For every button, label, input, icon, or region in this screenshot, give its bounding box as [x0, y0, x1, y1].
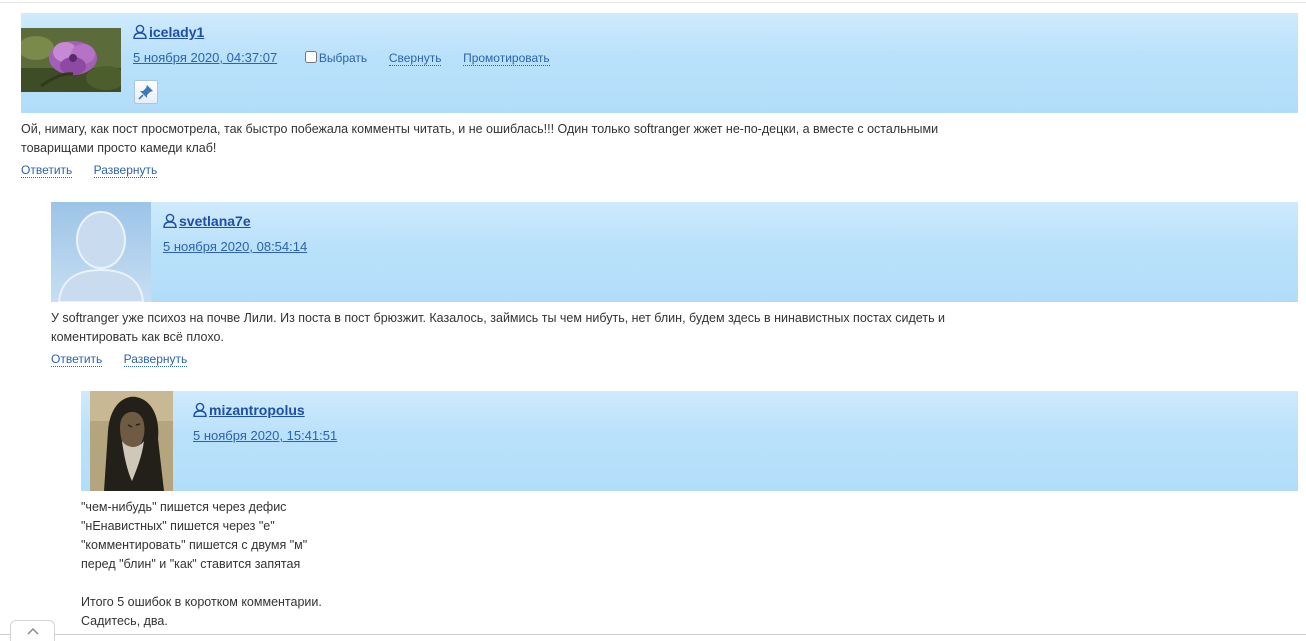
comment-text: Ой, нимагу, как пост просмотрела, так бы… — [21, 113, 1298, 158]
username-row: mizantropolus — [193, 399, 337, 421]
avatar[interactable] — [21, 28, 121, 92]
user-icon — [193, 402, 207, 417]
comment-text-line: "чем-нибудь" пишется через дефис — [81, 500, 287, 514]
username-row: icelady1 — [133, 21, 550, 43]
date-link[interactable]: 5 ноября 2020, 04:37:07 — [133, 50, 277, 65]
comment-svetlana7e: svetlana7e 5 ноября 2020, 08:54:14 У sof… — [51, 202, 1298, 367]
reply-link[interactable]: Ответить — [21, 163, 73, 178]
scroll-top-button[interactable] — [10, 620, 55, 641]
comment-text-line: коментировать как всё плохо. — [51, 330, 224, 344]
comment-header: svetlana7e 5 ноября 2020, 08:54:14 — [51, 202, 1298, 302]
bottom-divider — [0, 634, 1306, 635]
top-divider — [0, 2, 1306, 3]
comment-text-line: Ой, нимагу, как пост просмотрела, так бы… — [21, 122, 939, 136]
comment-actions: Ответить Развернуть — [51, 352, 1298, 367]
username-link[interactable]: icelady1 — [149, 24, 204, 40]
expand-link[interactable]: Развернуть — [123, 352, 188, 367]
collapse-link[interactable]: Свернуть — [388, 51, 442, 66]
comment-text: "чем-нибудь" пишется через дефис "нЕнави… — [81, 491, 1298, 631]
select-label-text: Выбрать — [318, 51, 368, 65]
user-icon — [163, 213, 177, 228]
avatar[interactable] — [90, 391, 173, 491]
comment-meta: icelady1 5 ноября 2020, 04:37:07 Выбрать… — [133, 21, 550, 68]
promote-link[interactable]: Промотировать — [463, 51, 550, 66]
select-checkbox[interactable] — [304, 51, 317, 63]
comment-meta: svetlana7e 5 ноября 2020, 08:54:14 — [163, 210, 307, 257]
comment-header: icelady1 5 ноября 2020, 04:37:07 Выбрать… — [21, 13, 1298, 113]
comment-text-line: Садитесь, два. — [81, 614, 168, 628]
comment-actions: Ответить Развернуть — [21, 163, 1298, 178]
avatar[interactable] — [51, 202, 151, 302]
comment-text-line: Итого 5 ошибок в коротком комментарии. — [81, 595, 322, 609]
date-row: 5 ноября 2020, 04:37:07 Выбрать Свернуть… — [133, 48, 550, 68]
pin-button[interactable] — [134, 80, 158, 104]
comment-mizantropolus: mizantropolus 5 ноября 2020, 15:41:51 "ч… — [81, 391, 1298, 631]
comment-text-line: товарищами просто камеди клаб! — [21, 141, 217, 155]
username-link[interactable]: mizantropolus — [209, 402, 305, 418]
date-row: 5 ноября 2020, 08:54:14 — [163, 237, 307, 257]
username-row: svetlana7e — [163, 210, 307, 232]
comment-icelady1: icelady1 5 ноября 2020, 04:37:07 Выбрать… — [21, 13, 1298, 178]
expand-link[interactable]: Развернуть — [93, 163, 158, 178]
comment-text: У softranger уже психоз на почве Лили. И… — [51, 302, 1298, 347]
select-checkbox-label[interactable]: Выбрать — [304, 51, 368, 65]
comment-text-line: У softranger уже психоз на почве Лили. И… — [51, 311, 946, 325]
reply-link[interactable]: Ответить — [51, 352, 103, 367]
username-link[interactable]: svetlana7e — [179, 213, 251, 229]
chevron-up-icon — [26, 627, 39, 635]
comment-text-line: "нЕнавистных" пишется через "е" — [81, 519, 275, 533]
date-row: 5 ноября 2020, 15:41:51 — [193, 426, 337, 446]
comment-header: mizantropolus 5 ноября 2020, 15:41:51 — [81, 391, 1298, 491]
comment-text-line: перед "блин" и "как" ставится запятая — [81, 557, 301, 571]
date-link[interactable]: 5 ноября 2020, 08:54:14 — [163, 239, 307, 254]
comment-text-line: "комментировать" пишется с двумя "м" — [81, 538, 308, 552]
user-icon — [133, 24, 147, 39]
comment-text-line — [81, 574, 1298, 593]
date-link[interactable]: 5 ноября 2020, 15:41:51 — [193, 428, 337, 443]
pin-icon — [138, 85, 153, 100]
comment-meta: mizantropolus 5 ноября 2020, 15:41:51 — [193, 399, 337, 446]
